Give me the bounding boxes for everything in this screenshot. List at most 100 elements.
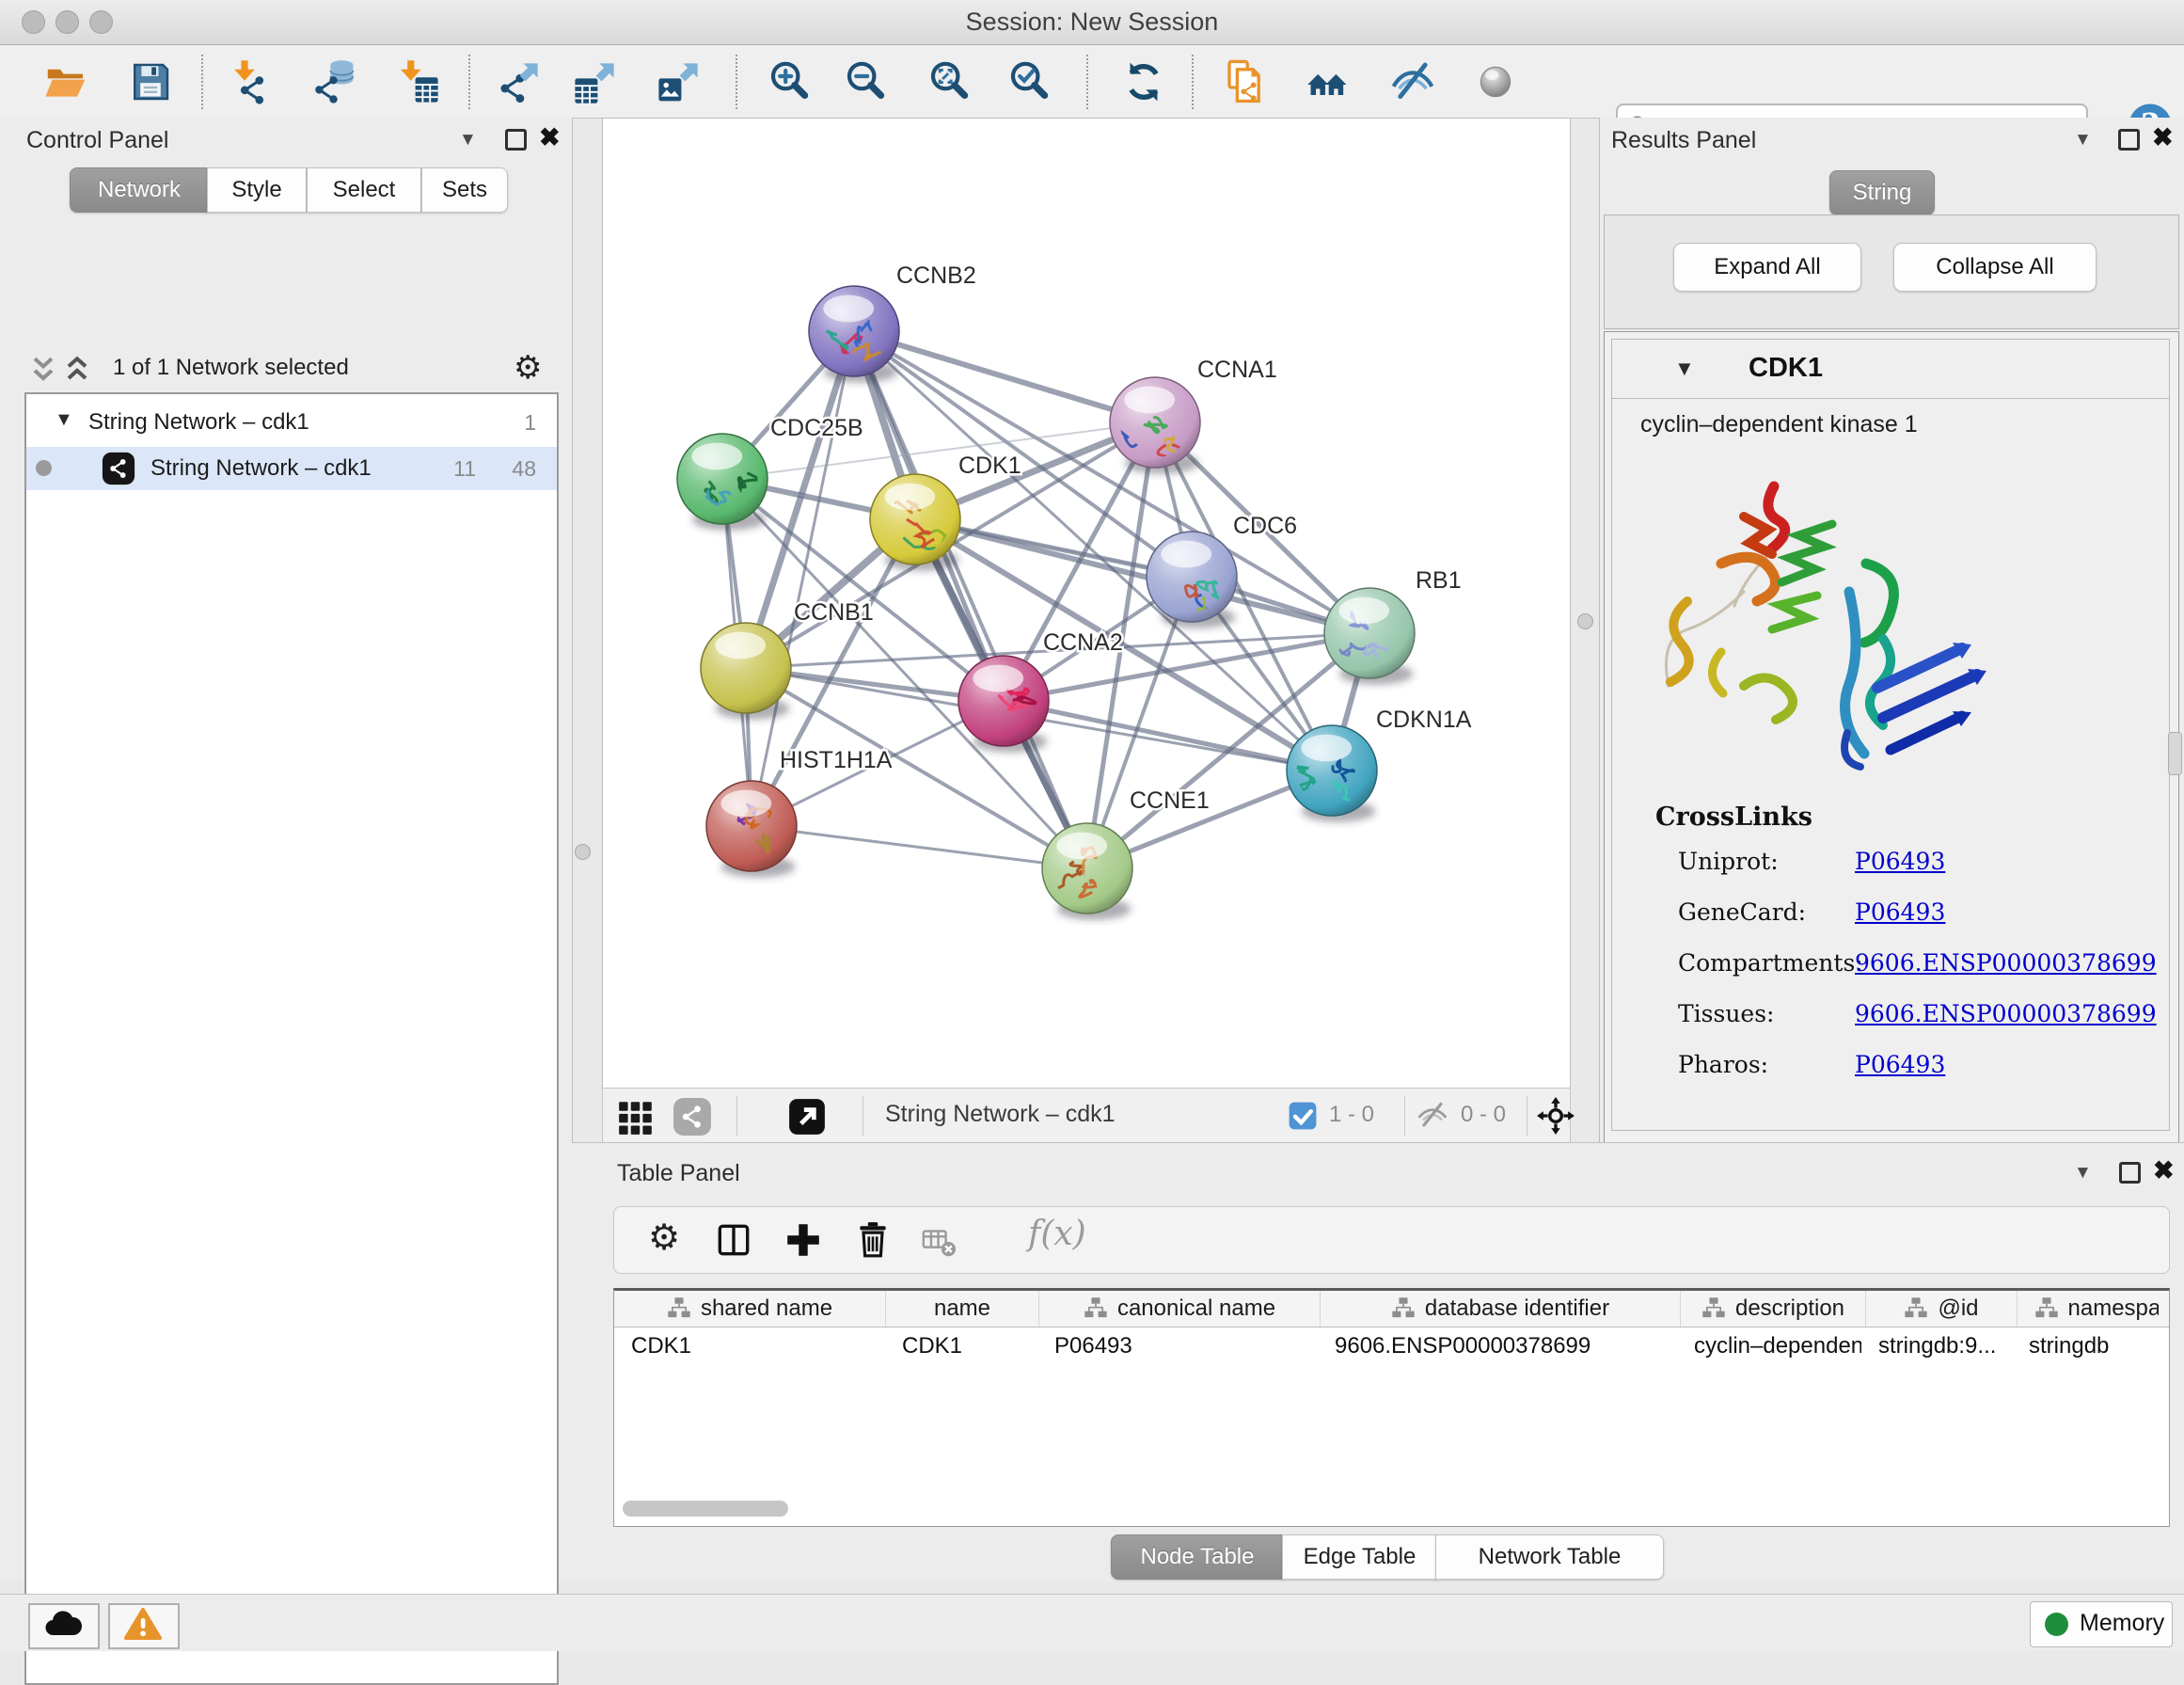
- refresh-icon[interactable]: [1121, 59, 1166, 104]
- import-table-icon[interactable]: [395, 59, 440, 104]
- column-header-canonical-name[interactable]: canonical name: [1039, 1291, 1321, 1327]
- zoom-selected-icon[interactable]: [1007, 59, 1052, 104]
- warnings-button[interactable]: [108, 1603, 180, 1649]
- add-column-icon[interactable]: [783, 1220, 823, 1260]
- crosslink-link[interactable]: P06493: [1855, 1051, 1945, 1078]
- import-database-icon[interactable]: [311, 59, 356, 104]
- save-session-icon[interactable]: [128, 59, 173, 104]
- protein-card-header[interactable]: ▼ CDK1: [1612, 340, 2169, 399]
- network-node-CDC25B[interactable]: [677, 434, 768, 531]
- tab-style[interactable]: Style: [207, 167, 307, 213]
- tab-network[interactable]: Network: [70, 167, 209, 213]
- network-options-gear-icon[interactable]: ⚙: [514, 351, 542, 385]
- results-panel-maximize-icon[interactable]: [2118, 129, 2140, 151]
- network-node-RB1[interactable]: [1324, 588, 1415, 685]
- show-grid-icon[interactable]: [616, 1097, 656, 1137]
- zoom-fit-icon[interactable]: [927, 59, 973, 104]
- crosslink-link[interactable]: 9606.ENSP00000378699: [1855, 949, 2157, 977]
- birdseye-view-icon[interactable]: [787, 1097, 827, 1137]
- zoom-out-icon[interactable]: [844, 59, 889, 104]
- protein-expander-icon[interactable]: ▼: [1674, 357, 1695, 381]
- crosslink-link[interactable]: P06493: [1855, 898, 1945, 926]
- export-table-icon[interactable]: [573, 59, 618, 104]
- table-options-gear-icon[interactable]: ⚙: [648, 1220, 680, 1254]
- memory-button[interactable]: Memory: [2030, 1601, 2173, 1647]
- network-node-CCNA1[interactable]: [1107, 377, 1200, 474]
- network-collection-row[interactable]: ▼ String Network – cdk1 1: [26, 402, 557, 445]
- network-node-CDK1[interactable]: [870, 474, 960, 571]
- table-cell[interactable]: stringdb:9...: [1861, 1327, 2012, 1365]
- show-all-icon[interactable]: [1473, 59, 1518, 104]
- table-cell[interactable]: CDK1: [614, 1327, 885, 1365]
- expand-all-networks-icon[interactable]: [60, 353, 94, 387]
- collection-expander-icon[interactable]: ▼: [55, 409, 73, 431]
- network-canvas[interactable]: CCNB2CCNA1CDC25BCDK1CDC6RB1CCNB1CCNA2CDK…: [602, 118, 1571, 1089]
- network-node-CDC6[interactable]: [1147, 532, 1237, 646]
- results-panel-float-icon[interactable]: ▼: [2074, 130, 2092, 151]
- tab-select[interactable]: Select: [307, 167, 421, 213]
- results-panel-resize-handle[interactable]: [2168, 732, 2182, 775]
- memory-status-dot: [2045, 1613, 2068, 1636]
- export-image-icon[interactable]: [657, 59, 702, 104]
- network-node-CCNA2[interactable]: [958, 656, 1049, 753]
- control-panel-float-icon[interactable]: ▼: [459, 130, 477, 151]
- window-titlebar: Session: New Session: [0, 0, 2184, 45]
- home-pair-icon[interactable]: [1306, 59, 1351, 104]
- column-header-description[interactable]: description: [1681, 1291, 1866, 1327]
- column-namespace-icon: [667, 1296, 691, 1321]
- network-node-CDKN1A[interactable]: [1287, 725, 1377, 822]
- network-node-HIST1H1A[interactable]: [706, 781, 797, 878]
- table-panel-maximize-icon[interactable]: [2119, 1162, 2141, 1184]
- column-header-namespace[interactable]: namespace: [2018, 1291, 2170, 1327]
- tab-edge-table[interactable]: Edge Table: [1282, 1534, 1437, 1580]
- control-panel-close-icon[interactable]: ✖: [539, 125, 561, 151]
- table-cell[interactable]: cyclin–dependent ...: [1677, 1327, 1861, 1365]
- table-cell[interactable]: 9606.ENSP00000378699: [1318, 1327, 1677, 1365]
- import-network-icon[interactable]: [228, 59, 273, 104]
- expand-all-button[interactable]: Expand All: [1673, 243, 1861, 292]
- cloud-status-button[interactable]: [28, 1603, 100, 1649]
- table-cell[interactable]: stringdb: [2012, 1327, 2169, 1365]
- network-share-icon[interactable]: [673, 1097, 712, 1137]
- delete-column-icon[interactable]: [853, 1220, 893, 1260]
- collapse-all-button[interactable]: Collapse All: [1893, 243, 2097, 292]
- collapse-all-networks-icon[interactable]: [26, 353, 60, 387]
- column-header-database-identifier[interactable]: database identifier: [1321, 1291, 1681, 1327]
- network-node-CCNE1[interactable]: [1042, 823, 1132, 920]
- open-session-icon[interactable]: [43, 59, 88, 104]
- results-panel-close-icon[interactable]: ✖: [2152, 125, 2174, 151]
- network-row-selected[interactable]: String Network – cdk1 11 48: [26, 447, 557, 490]
- tab-node-table[interactable]: Node Table: [1111, 1534, 1284, 1580]
- export-network-icon[interactable]: [497, 59, 542, 104]
- share-document-icon[interactable]: [1224, 59, 1269, 104]
- right-splitter-handle[interactable]: [1577, 613, 1593, 629]
- table-cell[interactable]: CDK1: [885, 1327, 1037, 1365]
- crosslink-link[interactable]: P06493: [1855, 848, 1945, 875]
- column-header-name[interactable]: name: [886, 1291, 1039, 1327]
- left-splitter-handle[interactable]: [575, 844, 591, 860]
- table-cell[interactable]: P06493: [1037, 1327, 1318, 1365]
- tab-string[interactable]: String: [1829, 170, 1935, 215]
- hide-selected-icon[interactable]: [1390, 59, 1435, 104]
- table-horizontal-scrollbar[interactable]: [623, 1501, 788, 1517]
- table-panel-float-icon[interactable]: ▼: [2074, 1163, 2092, 1184]
- network-edge-count: 48: [512, 456, 536, 482]
- crosslink-link[interactable]: 9606.ENSP00000378699: [1855, 1000, 2157, 1027]
- tab-network-table[interactable]: Network Table: [1435, 1534, 1664, 1580]
- network-edge[interactable]: [752, 826, 1087, 868]
- show-column-panel-icon[interactable]: [714, 1220, 753, 1260]
- selected-nodes-checkbox-icon[interactable]: [1288, 1101, 1318, 1131]
- control-panel-maximize-icon[interactable]: [505, 129, 527, 151]
- network-edge[interactable]: [915, 519, 1369, 633]
- tab-sets[interactable]: Sets: [421, 167, 508, 213]
- zoom-in-icon[interactable]: [768, 59, 813, 104]
- network-edge[interactable]: [854, 331, 1155, 422]
- column-label: name: [934, 1296, 990, 1322]
- network-edge[interactable]: [1004, 701, 1332, 771]
- fit-selected-crosshair-icon[interactable]: [1536, 1096, 1575, 1136]
- network-node-CCNB1[interactable]: [701, 623, 791, 720]
- column-header--id[interactable]: @id: [1866, 1291, 2018, 1327]
- table-panel-close-icon[interactable]: ✖: [2153, 1158, 2175, 1184]
- column-header-shared-name[interactable]: shared name: [614, 1291, 886, 1327]
- table-row[interactable]: CDK1CDK1P064939606.ENSP00000378699cyclin…: [614, 1327, 2170, 1365]
